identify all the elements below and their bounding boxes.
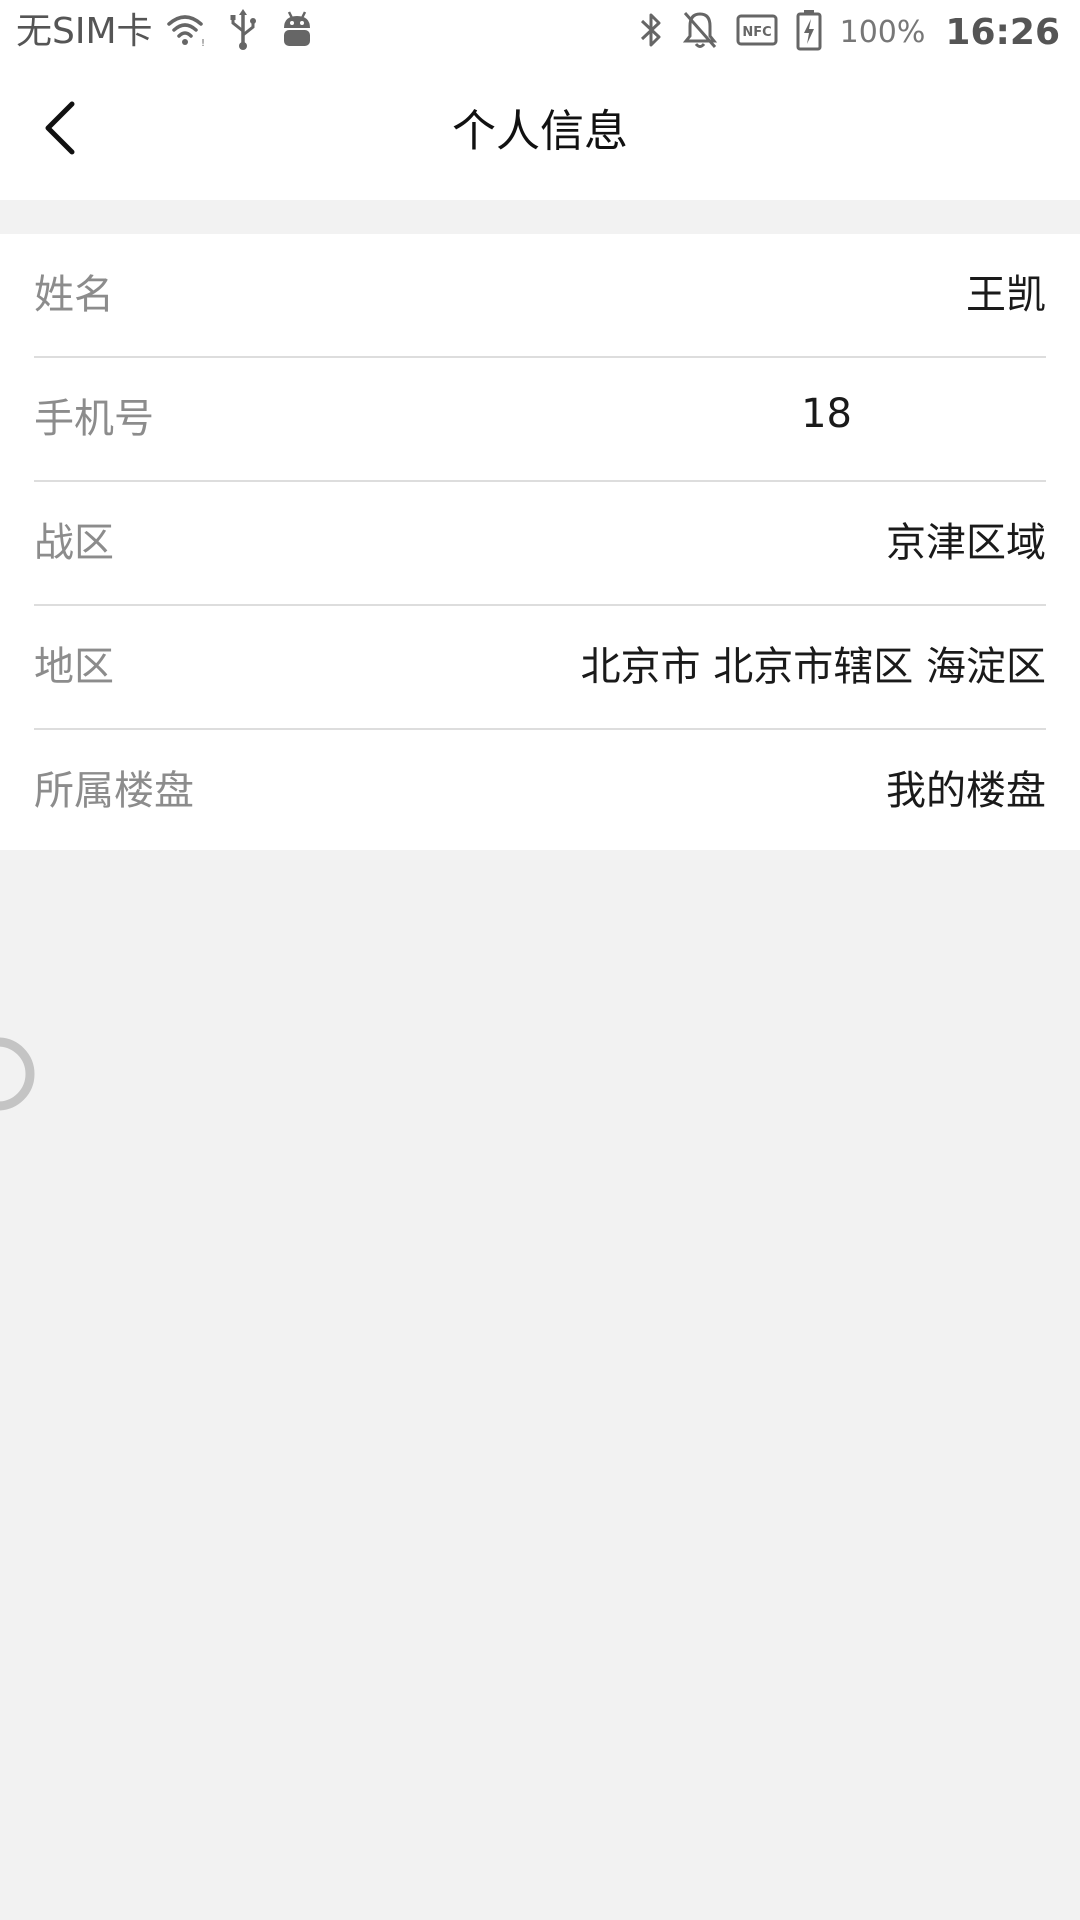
- phone-label: 手机号: [34, 396, 154, 442]
- info-row-phone: 手机号 18: [34, 358, 1046, 482]
- battery-charging-icon: [796, 9, 822, 55]
- notifications-off-icon: [682, 10, 718, 54]
- property-label: 所属楼盘: [34, 768, 194, 814]
- name-value: 王凯: [966, 272, 1046, 318]
- property-value: 我的楼盘: [886, 768, 1046, 814]
- nfc-icon: NFC: [736, 13, 778, 51]
- navigation-bar: 个人信息: [0, 64, 1080, 200]
- status-bar-left: 无SIM卡 !: [16, 8, 337, 56]
- bluetooth-icon: [638, 10, 664, 54]
- android-debug-icon: [281, 10, 313, 54]
- battery-percentage: 100%: [839, 14, 926, 50]
- carrier-label: 无SIM卡: [16, 11, 153, 52]
- svg-text:!: !: [201, 38, 205, 48]
- region-label: 地区: [34, 644, 114, 690]
- info-row-region: 地区 北京市 北京市辖区 海淀区: [34, 606, 1046, 730]
- region-value: 北京市 北京市辖区 海淀区: [580, 644, 1046, 690]
- wifi-icon: !: [165, 12, 205, 52]
- status-bar: 无SIM卡 ! NFC 100% 16:26: [0, 0, 1080, 64]
- info-row-name: 姓名 王凯: [34, 234, 1046, 358]
- clock: 16:26: [945, 11, 1060, 53]
- war-zone-value: 京津区域: [886, 520, 1046, 566]
- info-row-war-zone: 战区 京津区域: [34, 482, 1046, 606]
- loading-spinner-icon: [0, 1036, 36, 1112]
- svg-text:NFC: NFC: [742, 25, 771, 40]
- war-zone-label: 战区: [34, 520, 114, 566]
- info-row-property: 所属楼盘 我的楼盘: [34, 730, 1046, 852]
- phone-value: 18: [801, 391, 852, 437]
- name-label: 姓名: [34, 272, 114, 318]
- usb-icon: [229, 9, 257, 55]
- page-title: 个人信息: [452, 106, 628, 157]
- profile-info-card: 姓名 王凯 手机号 18 战区 京津区域 地区 北京市 北京市辖区 海淀区 所属…: [0, 234, 1080, 850]
- status-bar-right: NFC 100% 16:26: [638, 8, 1060, 56]
